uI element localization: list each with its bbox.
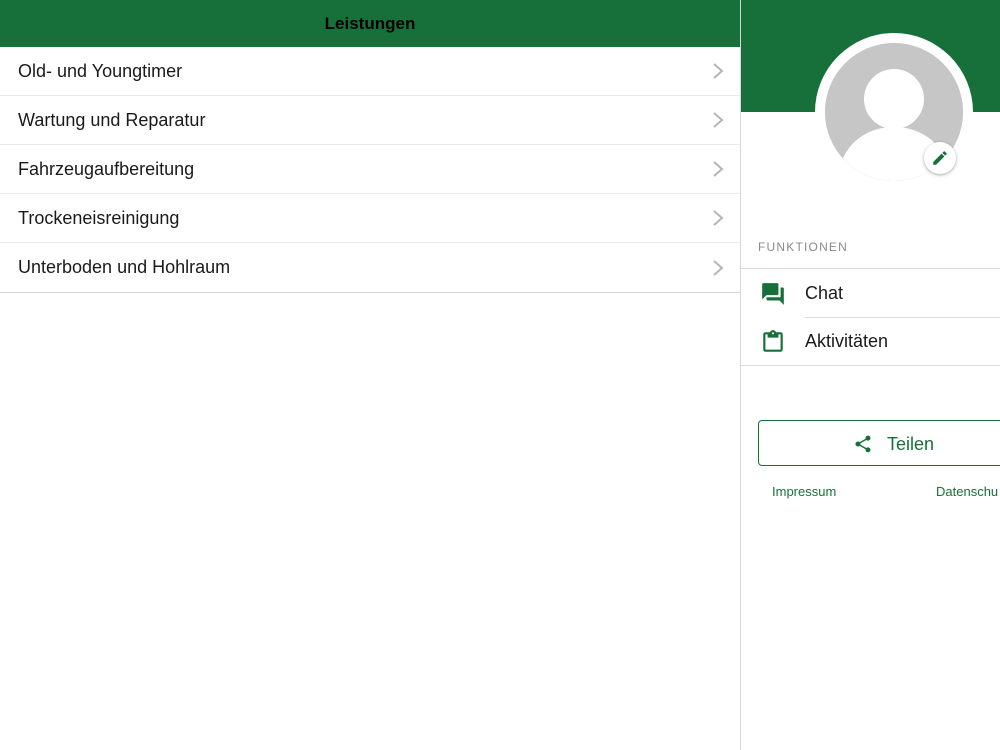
clipboard-icon xyxy=(763,330,783,352)
edit-avatar-button[interactable] xyxy=(924,142,956,174)
datenschutz-link[interactable]: Datenschu xyxy=(936,484,998,499)
function-item-label: Aktivitäten xyxy=(805,331,889,351)
chevron-right-icon xyxy=(713,259,724,276)
service-item-label: Wartung und Reparatur xyxy=(18,109,206,130)
function-item-label: Chat xyxy=(805,283,844,303)
functions-list: Chat Aktivitäten xyxy=(741,268,1000,366)
service-item-wartung[interactable]: Wartung und Reparatur xyxy=(0,96,740,145)
share-icon xyxy=(855,435,871,453)
service-item-fahrzeugaufbereitung[interactable]: Fahrzeugaufbereitung xyxy=(0,145,740,194)
functions-section-title: FUNKTIONEN xyxy=(758,240,848,254)
service-item-label: Trockeneisreinigung xyxy=(18,207,180,228)
impressum-link[interactable]: Impressum xyxy=(772,484,836,499)
service-item-label: Old- und Youngtimer xyxy=(18,60,183,81)
services-pane: Leistungen Old- und Youngtimer Wartung u… xyxy=(0,0,740,750)
service-item-label: Unterboden und Hohlraum xyxy=(18,257,231,277)
chevron-right-icon xyxy=(713,112,724,128)
service-item-old-youngtimer[interactable]: Old- und Youngtimer xyxy=(0,47,740,96)
share-button[interactable]: Teilen xyxy=(758,420,1000,466)
services-header: Leistungen xyxy=(0,0,740,47)
function-item-chat[interactable]: Chat xyxy=(741,269,1000,317)
app-root: Leistungen Old- und Youngtimer Wartung u… xyxy=(0,0,1000,750)
service-item-unterboden[interactable]: Unterboden und Hohlraum xyxy=(0,243,740,292)
pencil-icon xyxy=(933,151,947,165)
chevron-right-icon xyxy=(713,63,724,79)
service-item-label: Fahrzeugaufbereitung xyxy=(18,158,195,179)
chevron-right-icon xyxy=(713,161,724,177)
function-item-aktivitaeten[interactable]: Aktivitäten xyxy=(741,317,1000,365)
service-item-trockeneisreinigung[interactable]: Trockeneisreinigung xyxy=(0,194,740,243)
chevron-right-icon xyxy=(713,210,724,226)
services-list: Old- und Youngtimer Wartung und Reparatu… xyxy=(0,47,740,293)
profile-pane: FUNKTIONEN Chat Aktivitäten Teilen Impre… xyxy=(741,0,1000,750)
services-title: Leistungen xyxy=(324,13,416,33)
share-button-label: Teilen xyxy=(887,434,935,454)
chat-bubbles-icon xyxy=(762,283,784,305)
